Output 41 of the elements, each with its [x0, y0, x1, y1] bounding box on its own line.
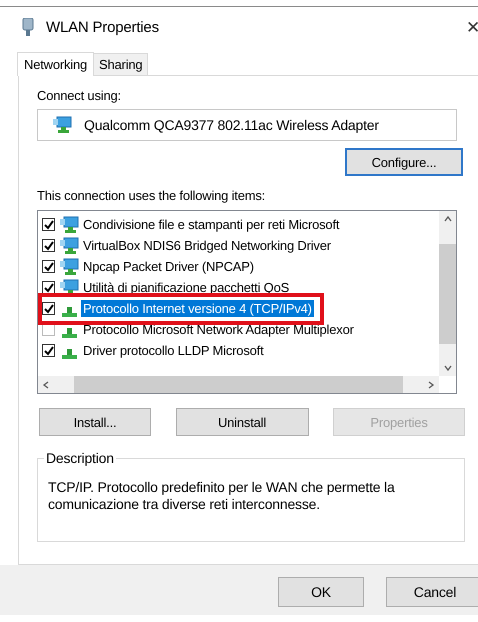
adapter-field: Qualcomm QCA9377 802.11ac Wireless Adapter — [37, 109, 457, 141]
list-item[interactable]: Condivisione file e stampanti per reti Microsoft — [81, 216, 342, 233]
network-monitor-icon — [59, 236, 79, 254]
dialog-button[interactable]: OK — [278, 577, 364, 607]
dialog-button[interactable]: Cancel — [386, 577, 478, 607]
checkbox[interactable] — [42, 281, 55, 294]
checkbox[interactable] — [42, 302, 55, 315]
connect-using-label: Connect using: — [37, 88, 121, 103]
window-title: WLAN Properties — [46, 18, 159, 36]
scroll-left-icon[interactable] — [42, 380, 50, 388]
close-button[interactable]: ✕ — [462, 16, 478, 38]
list-item[interactable]: Npcap Packet Driver (NPCAP) — [81, 258, 256, 275]
checkbox[interactable] — [42, 260, 55, 273]
configure-button[interactable]: Configure... — [345, 148, 463, 176]
tab[interactable]: Sharing — [93, 53, 148, 75]
scroll-down-icon[interactable] — [444, 364, 452, 372]
network-adapter-icon — [22, 18, 34, 36]
scroll-right-icon[interactable] — [427, 380, 435, 388]
network-protocol-icon — [62, 306, 77, 316]
network-monitor-icon — [59, 216, 79, 234]
network-monitor-icon — [52, 116, 72, 134]
vertical-scrollbar[interactable] — [439, 211, 456, 376]
action-button[interactable]: Uninstall — [176, 408, 308, 436]
tab[interactable]: Networking — [17, 52, 94, 76]
network-protocol-icon — [62, 348, 77, 358]
network-monitor-icon — [59, 258, 79, 276]
checkbox[interactable] — [42, 344, 55, 357]
items-label: This connection uses the following items: — [37, 188, 266, 203]
horizontal-scrollbar[interactable] — [38, 376, 439, 393]
list-item[interactable]: Protocollo Microsoft Network Adapter Multiplexor — [81, 321, 356, 338]
checkbox[interactable] — [42, 239, 55, 252]
group-title: Description — [44, 450, 116, 466]
list-item[interactable]: VirtualBox NDIS6 Bridged Networking Driver — [81, 237, 333, 254]
action-button[interactable]: Install... — [39, 408, 151, 436]
description-text: TCP/IP. Protocollo predefinito per le WAN che permette la comunicazione tra diverse reti interconnesse. — [48, 479, 396, 513]
checkbox[interactable] — [42, 218, 55, 231]
scroll-up-icon[interactable] — [444, 215, 452, 223]
network-protocol-icon — [62, 328, 77, 338]
list-item[interactable]: Driver protocollo LLDP Microsoft — [81, 342, 266, 359]
list-item[interactable]: Protocollo Internet versione 4 (TCP/IPv4) — [81, 300, 314, 317]
list-item[interactable]: Utilità di pianificazione pacchetti QoS — [81, 279, 292, 296]
